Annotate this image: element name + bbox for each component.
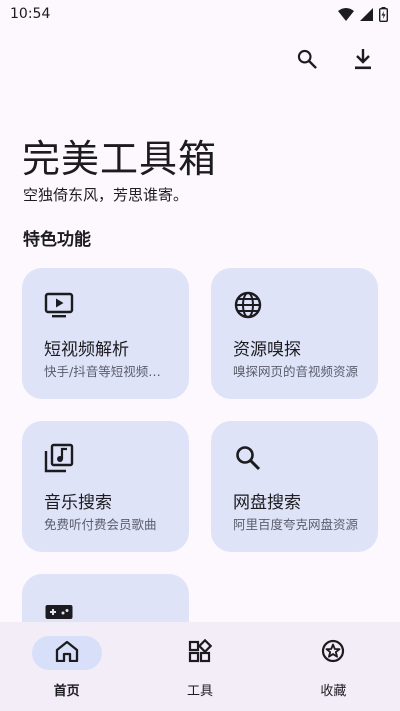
status-time: 10:54 bbox=[10, 6, 51, 22]
status-icons bbox=[338, 6, 388, 22]
battery-icon bbox=[379, 6, 388, 22]
nav-label: 收藏 bbox=[320, 684, 347, 699]
card-title: 短视频解析 bbox=[44, 340, 129, 360]
card-netdisk-search[interactable]: 网盘搜索 阿里百度夸克网盘资源 bbox=[211, 421, 378, 552]
top-actions bbox=[294, 46, 376, 72]
download-icon[interactable] bbox=[350, 46, 376, 72]
card-desc: 免费听付费会员歌曲 bbox=[44, 517, 157, 532]
signal-icon bbox=[360, 7, 373, 21]
card-music-search[interactable]: 音乐搜索 免费听付费会员歌曲 bbox=[22, 421, 189, 552]
nav-icon-wrap bbox=[298, 636, 368, 670]
nav-item-favorites[interactable]: 收藏 bbox=[267, 622, 400, 711]
page-title: 完美工具箱 bbox=[22, 137, 218, 181]
card-title: 网盘搜索 bbox=[233, 493, 301, 513]
card-desc: 阿里百度夸克网盘资源 bbox=[233, 517, 359, 532]
nav-label: 首页 bbox=[53, 684, 80, 699]
nav-item-tools[interactable]: 工具 bbox=[133, 622, 266, 711]
card-resource-sniff[interactable]: 资源嗅探 嗅探网页的音视频资源 bbox=[211, 268, 378, 399]
card-title: 资源嗅探 bbox=[233, 340, 301, 360]
nav-item-home[interactable]: 首页 bbox=[0, 622, 133, 711]
card-title: 音乐搜索 bbox=[44, 493, 112, 513]
widgets-icon bbox=[188, 638, 213, 667]
page-subtitle: 空独倚东风，芳思谁寄。 bbox=[23, 186, 189, 204]
nav-active-indicator bbox=[31, 636, 102, 670]
music-library-icon bbox=[44, 443, 74, 473]
home-icon bbox=[55, 640, 79, 666]
bottom-nav: 首页 工具 收藏 bbox=[0, 622, 400, 711]
card-desc: 嗅探网页的音视频资源 bbox=[233, 364, 359, 379]
status-bar: 10:54 bbox=[0, 0, 400, 28]
card-desc: 快手/抖音等短视频解析 bbox=[44, 364, 172, 379]
video-play-icon bbox=[44, 290, 74, 320]
globe-icon bbox=[233, 290, 263, 320]
card-short-video-parse[interactable]: 短视频解析 快手/抖音等短视频解析 bbox=[22, 268, 189, 399]
search-icon[interactable] bbox=[294, 46, 320, 72]
star-badge-icon bbox=[321, 639, 345, 667]
nav-label: 工具 bbox=[186, 684, 213, 699]
wifi-icon bbox=[338, 7, 354, 21]
search-icon bbox=[233, 443, 263, 473]
section-title: 特色功能 bbox=[23, 230, 91, 250]
nav-icon-wrap bbox=[165, 636, 235, 670]
